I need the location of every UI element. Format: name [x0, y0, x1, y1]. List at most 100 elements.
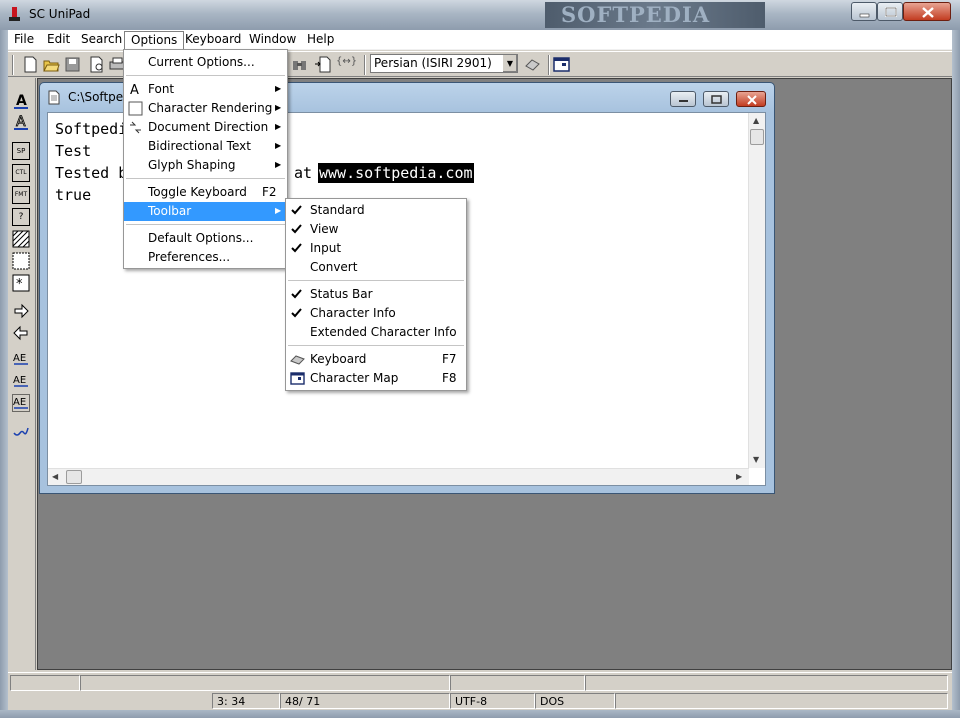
- submenu-item-character-info[interactable]: Character Info: [286, 304, 466, 323]
- menu-item-label: Preferences...: [148, 250, 231, 264]
- status-pane-empty: [80, 675, 450, 691]
- scroll-right-icon[interactable]: ▶: [736, 472, 742, 481]
- vertical-scroll-thumb[interactable]: [750, 129, 764, 145]
- minimize-button[interactable]: [851, 2, 877, 21]
- close-icon: [922, 7, 934, 18]
- menu-options[interactable]: Options: [124, 31, 185, 49]
- menu-item-label: Glyph Shaping: [148, 158, 236, 172]
- horizontal-scroll-thumb[interactable]: [66, 470, 82, 484]
- menu-window[interactable]: Window: [243, 31, 302, 49]
- convert-ae-3-icon[interactable]: AE: [12, 394, 30, 412]
- menu-search[interactable]: Search: [75, 31, 128, 49]
- status-pane-empty: [615, 693, 948, 709]
- status-line-ending: DOS: [535, 693, 615, 709]
- child-minimize-button[interactable]: [670, 91, 696, 107]
- menu-item-glyph-shaping[interactable]: Glyph Shaping ▶: [124, 156, 287, 175]
- keyboard-icon: [290, 355, 305, 365]
- scroll-up-icon[interactable]: ▲: [753, 116, 759, 125]
- menu-separator: [288, 345, 464, 346]
- menu-item-toolbar[interactable]: Toolbar ▶: [124, 202, 287, 221]
- arabic-script-icon[interactable]: [12, 422, 30, 440]
- submenu-item-view[interactable]: View: [286, 220, 466, 239]
- input-toolbar: A A SP CTL FMT ? * AE AE AE: [8, 78, 36, 670]
- text-line-1: Softpedi: [55, 120, 128, 138]
- close-button[interactable]: [903, 2, 951, 21]
- menu-help[interactable]: Help: [301, 31, 340, 49]
- submenu-item-extended-character-info[interactable]: Extended Character Info: [286, 323, 466, 342]
- chevron-down-icon[interactable]: ▼: [502, 55, 517, 72]
- submenu-item-input[interactable]: Input: [286, 239, 466, 258]
- arrow-right-icon[interactable]: [12, 302, 30, 320]
- direction-icon: [130, 121, 141, 134]
- window-frame-right: [952, 30, 960, 710]
- convert-ae-2-icon[interactable]: AE: [12, 372, 30, 390]
- goto-page-icon[interactable]: [314, 56, 331, 73]
- keyboard-layout-select[interactable]: Persian (ISIRI 2901) ▼: [370, 54, 518, 73]
- child-close-button[interactable]: [736, 91, 766, 107]
- help-question-button[interactable]: ?: [12, 208, 30, 226]
- maximize-button[interactable]: [877, 2, 903, 21]
- status-bar: 3: 34 48/ 71 UTF-8 DOS: [8, 672, 952, 710]
- window-title: SC UniPad: [29, 7, 91, 21]
- restore-icon: [711, 95, 722, 104]
- scroll-left-icon[interactable]: ◀: [52, 472, 58, 481]
- character-map-icon[interactable]: [553, 56, 570, 73]
- dotted-pattern-icon[interactable]: [12, 252, 30, 270]
- save-icon[interactable]: [64, 56, 81, 73]
- menu-item-current-options[interactable]: Current Options...: [124, 53, 287, 72]
- svg-text:A: A: [16, 114, 26, 130]
- print-preview-icon[interactable]: [88, 56, 105, 73]
- menu-keyboard[interactable]: Keyboard: [179, 31, 247, 49]
- menu-item-font[interactable]: A Font ▶: [124, 80, 287, 99]
- hatch-pattern-icon[interactable]: [12, 230, 30, 248]
- vertical-scrollbar[interactable]: ▲ ▼: [748, 113, 765, 468]
- submenu-item-convert[interactable]: Convert: [286, 258, 466, 277]
- rendering-box-icon: [128, 101, 143, 116]
- ctl-button[interactable]: CTL: [12, 164, 30, 182]
- child-restore-button[interactable]: [703, 91, 729, 107]
- convert-ae-icon[interactable]: AE: [12, 350, 30, 368]
- menu-item-character-rendering[interactable]: Character Rendering ▶: [124, 99, 287, 118]
- restore-icon: [885, 7, 897, 17]
- submenu-item-status-bar[interactable]: Status Bar: [286, 285, 466, 304]
- menu-item-bidirectional-text[interactable]: Bidirectional Text ▶: [124, 137, 287, 156]
- font-a-icon[interactable]: A: [12, 92, 30, 110]
- keyboard-icon[interactable]: [524, 56, 541, 73]
- app-icon: [9, 7, 20, 21]
- binoculars-icon[interactable]: [291, 56, 308, 73]
- menu-edit[interactable]: Edit: [41, 31, 76, 49]
- menu-item-document-direction[interactable]: Document Direction ▶: [124, 118, 287, 137]
- title-bar[interactable]: SOFTPEDIA SC UniPad: [0, 0, 960, 30]
- text-line-4: true: [55, 186, 92, 204]
- selected-text: www.softpedia.com: [318, 163, 474, 183]
- svg-text:AE: AE: [13, 397, 26, 408]
- asterisk-icon[interactable]: *: [12, 274, 30, 292]
- submenu-item-standard[interactable]: Standard: [286, 201, 466, 220]
- menu-file[interactable]: File: [8, 31, 40, 49]
- sp-button[interactable]: SP: [12, 142, 30, 160]
- watermark: SOFTPEDIA: [545, 2, 765, 28]
- submenu-item-keyboard[interactable]: Keyboard F7: [286, 350, 466, 369]
- document-icon: [48, 90, 60, 105]
- submenu-item-character-map[interactable]: Character Map F8: [286, 369, 466, 388]
- submenu-arrow-icon: ▶: [275, 141, 282, 150]
- fmt-button[interactable]: FMT: [12, 186, 30, 204]
- text-line-3: Tested b: [55, 164, 128, 182]
- open-folder-icon[interactable]: [43, 56, 60, 73]
- character-map-icon: [290, 372, 305, 385]
- menu-item-default-options[interactable]: Default Options...: [124, 229, 287, 248]
- menu-item-label: Bidirectional Text: [148, 139, 251, 153]
- font-outline-icon[interactable]: A: [12, 113, 30, 131]
- menu-item-preferences[interactable]: Preferences...: [124, 248, 287, 267]
- submenu-arrow-icon: ▶: [275, 122, 282, 131]
- text-line-2: Test: [55, 142, 92, 160]
- convert-braces-icon[interactable]: {↔}: [336, 56, 358, 73]
- menu-item-toggle-keyboard[interactable]: Toggle Keyboard F2: [124, 183, 287, 202]
- horizontal-scrollbar[interactable]: ◀ ▶: [48, 468, 749, 485]
- arrow-left-icon[interactable]: [12, 324, 30, 342]
- status-cursor-position: 3: 34: [212, 693, 280, 709]
- submenu-item-shortcut: F7: [442, 352, 457, 366]
- scroll-down-icon[interactable]: ▼: [753, 455, 759, 464]
- toolbar-grip: [12, 55, 14, 75]
- new-file-icon[interactable]: [22, 56, 39, 73]
